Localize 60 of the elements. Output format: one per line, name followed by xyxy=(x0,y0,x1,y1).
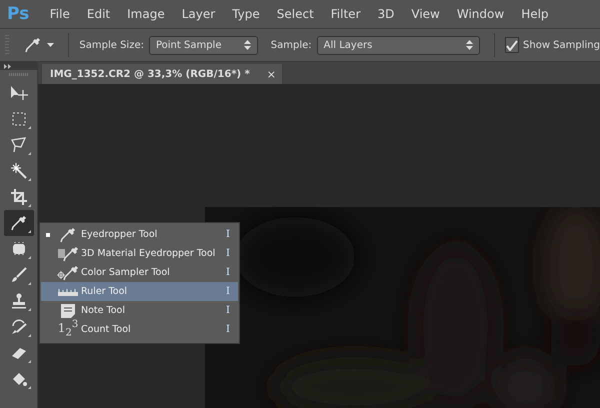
collapse-arrows-icon[interactable] xyxy=(0,62,37,70)
updown-icon xyxy=(466,40,473,50)
menu-item[interactable]: Select xyxy=(268,7,322,21)
sampler-eyedropper-icon xyxy=(57,264,79,280)
shortcut-key: I xyxy=(226,267,230,278)
lasso-icon xyxy=(10,136,26,153)
menu-item[interactable]: File xyxy=(41,7,78,21)
marquee-icon xyxy=(12,112,26,126)
cube-eyedropper-icon xyxy=(57,246,79,262)
document-title: IMG_1352.CR2 @ 33,3% (RGB/16*) * xyxy=(50,68,250,80)
flyout-item[interactable]: Eyedropper Tool I xyxy=(41,225,238,244)
menu-item[interactable]: 3D xyxy=(369,7,403,21)
flyout-item-label: Note Tool xyxy=(81,305,126,316)
eyedropper-icon xyxy=(60,226,76,242)
shortcut-key: I xyxy=(226,305,230,316)
checkmark-icon xyxy=(506,40,518,50)
eyedropper-icon xyxy=(10,214,26,231)
sample-size-label: Sample Size: xyxy=(79,40,144,50)
menu-item[interactable]: Layer xyxy=(173,7,224,21)
menu-item[interactable]: Help xyxy=(512,7,558,21)
document-tab[interactable]: IMG_1352.CR2 @ 33,3% (RGB/16*) * × xyxy=(42,64,282,84)
menu-item[interactable]: Image xyxy=(118,7,174,21)
stamp-icon xyxy=(10,292,26,309)
updown-icon xyxy=(244,40,251,50)
ruler-icon xyxy=(57,288,79,296)
history-brush-icon xyxy=(10,318,26,335)
flyout-item-label: Count Tool xyxy=(81,324,132,335)
close-tab-button[interactable]: × xyxy=(266,68,276,80)
menu-item[interactable]: Type xyxy=(224,7,268,21)
note-icon xyxy=(60,302,76,318)
menu-item[interactable]: Edit xyxy=(78,7,119,21)
brush-icon xyxy=(10,266,26,283)
shortcut-key: I xyxy=(226,248,230,259)
shortcut-key: I xyxy=(226,324,230,335)
flyout-item-label: Color Sampler Tool xyxy=(81,267,171,278)
move-arrow-icon xyxy=(10,84,28,101)
menu-item[interactable]: Filter xyxy=(322,7,369,21)
menu-item[interactable]: Window xyxy=(448,7,513,21)
flyout-item[interactable]: 3D Material Eyedropper Tool I xyxy=(41,244,238,263)
bandage-icon xyxy=(10,240,26,257)
tool-button[interactable] xyxy=(4,210,34,236)
menu-item[interactable]: View xyxy=(402,7,448,21)
crop-icon xyxy=(10,188,26,205)
caret-icon xyxy=(46,43,54,47)
flyout-item[interactable]: Ruler Tool I xyxy=(41,282,238,301)
sample-size-dropdown[interactable]: Point Sample xyxy=(148,36,258,54)
flyout-item-label: Eyedropper Tool xyxy=(81,229,158,240)
checkbox[interactable] xyxy=(504,37,520,53)
paint-bucket-icon xyxy=(10,370,26,387)
flyout-item-label: 3D Material Eyedropper Tool xyxy=(81,248,216,259)
sample-dropdown[interactable]: All Layers xyxy=(316,36,480,54)
flyout-item[interactable]: Note Tool I xyxy=(41,301,238,320)
shortcut-key: I xyxy=(226,229,230,240)
eyedropper-icon xyxy=(24,37,41,53)
flyout-item[interactable]: Color Sampler Tool I xyxy=(41,263,238,282)
magic-wand-icon xyxy=(10,162,26,179)
flyout-item-label: Ruler Tool xyxy=(81,286,128,297)
checkbox-label: Show Sampling xyxy=(523,40,600,50)
sample-label: Sample: xyxy=(270,40,312,50)
shortcut-key: I xyxy=(226,286,230,297)
